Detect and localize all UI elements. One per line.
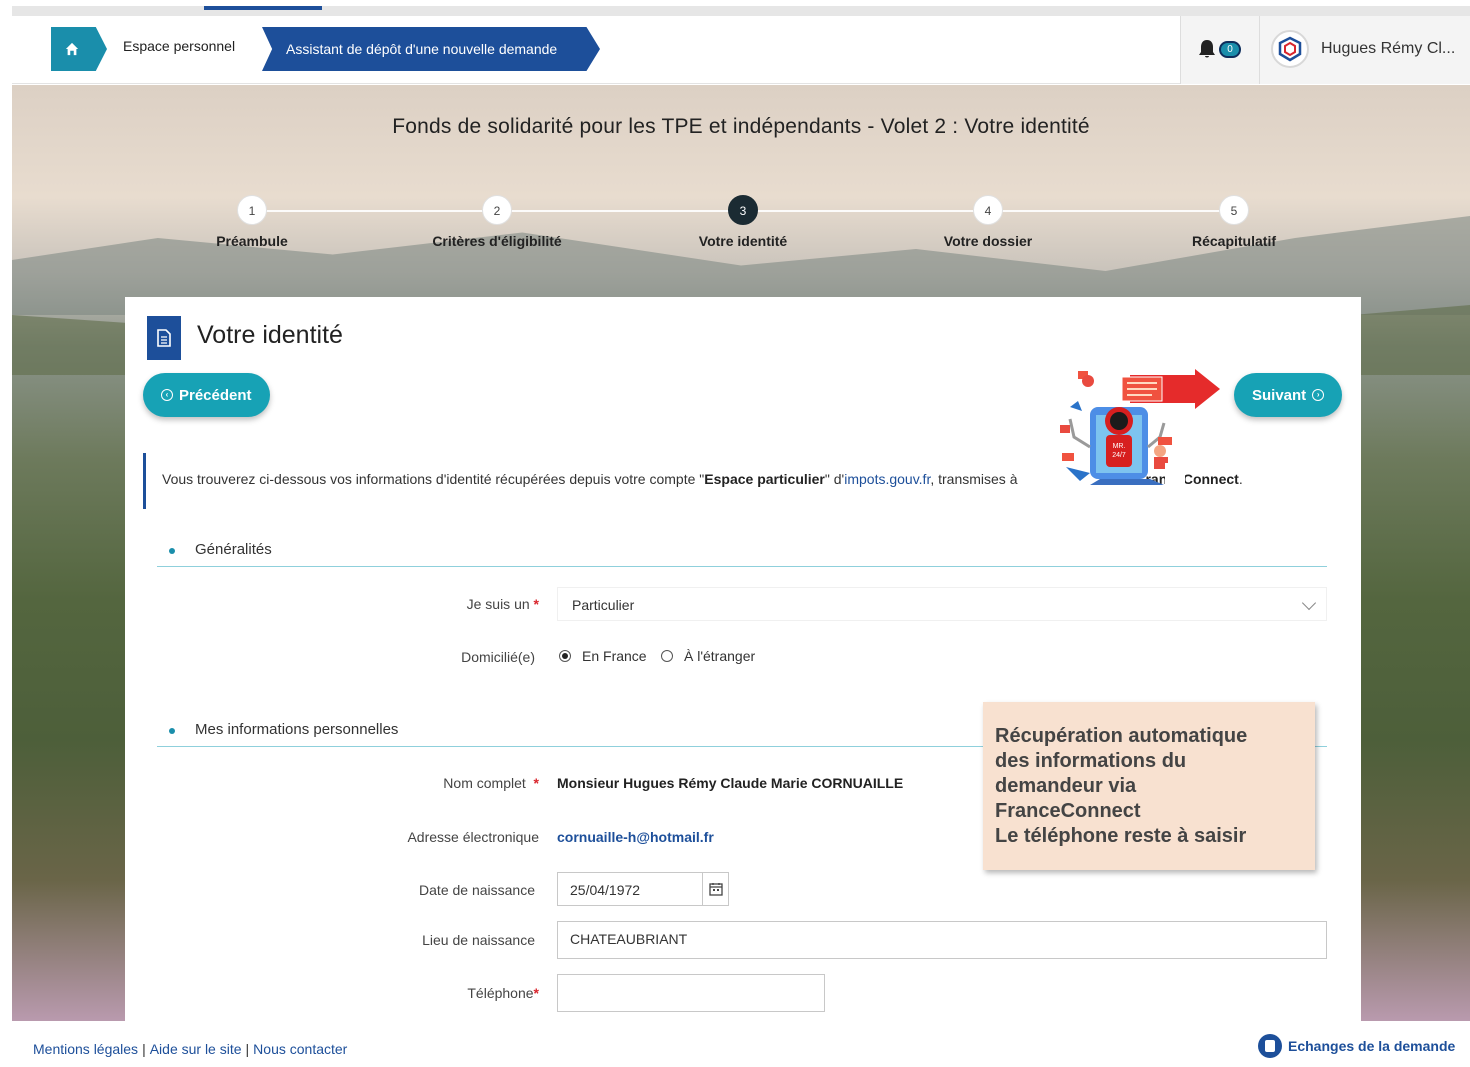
top-strip	[12, 6, 1470, 16]
notification-count[interactable]: 0	[1219, 41, 1241, 58]
robot-badge-text: 24/7	[1112, 452, 1126, 459]
step-identity[interactable]: 3 Votre identité	[643, 195, 843, 249]
arrow-right-icon: ›	[1312, 389, 1325, 401]
section-title: Généralités	[195, 541, 272, 558]
step-number: 1	[237, 195, 267, 225]
info-text: , transmises à	[930, 471, 1018, 487]
section-title: Mes informations personnelles	[195, 721, 399, 738]
step-number: 4	[973, 195, 1003, 225]
info-text: Vous trouverez ci-dessous vos informatio…	[162, 471, 705, 487]
name-label: Nom complet *	[443, 775, 539, 791]
home-icon	[65, 42, 79, 56]
next-label: Suivant	[1252, 386, 1307, 404]
next-button[interactable]: Suivant ›	[1234, 373, 1343, 417]
step-summary[interactable]: 5 Récapitulatif	[1134, 195, 1334, 249]
radio-abroad-label[interactable]: À l'étranger	[684, 648, 755, 664]
chat-icon	[1258, 1034, 1282, 1058]
callout-line: FranceConnect	[995, 800, 1141, 822]
robot-badge-text: MR.	[1113, 443, 1126, 450]
footer-separator: |	[142, 1041, 146, 1057]
exchanges-button[interactable]: Echanges de la demande	[1258, 1034, 1455, 1058]
step-preamble[interactable]: 1 Préambule	[152, 195, 352, 249]
info-text: " d'	[824, 471, 845, 487]
full-name-value: Monsieur Hugues Rémy Claude Marie CORNUA…	[557, 775, 904, 791]
radio-france[interactable]	[559, 650, 571, 662]
callout-line: Récupération automatique	[995, 725, 1248, 747]
type-label-text: Je suis un	[466, 596, 530, 612]
pob-input[interactable]: CHATEAUBRIANT	[557, 921, 1327, 959]
previous-label: Précédent	[179, 386, 252, 404]
step-label: Préambule	[216, 233, 288, 249]
step-label: Récapitulatif	[1191, 233, 1276, 249]
domicile-label: Domicilié(e)	[461, 649, 535, 665]
breadcrumb-home[interactable]	[51, 27, 107, 71]
section-general: Généralités	[157, 537, 1327, 567]
calendar-button[interactable]	[703, 872, 729, 906]
email-label: Adresse électronique	[407, 829, 539, 845]
legal-link[interactable]: Mentions légales	[33, 1041, 138, 1057]
step-label: Votre identité	[698, 233, 788, 249]
bullet-icon	[169, 548, 175, 554]
radio-france-label[interactable]: En France	[582, 648, 647, 664]
divider	[1259, 16, 1260, 84]
app-frame: Espace personnel Assistant de dépôt d'un…	[12, 6, 1470, 1021]
help-link[interactable]: Aide sur le site	[150, 1041, 242, 1057]
step-label: Votre dossier	[943, 233, 1033, 249]
type-label: Je suis un *	[467, 596, 539, 612]
step-file[interactable]: 4 Votre dossier	[888, 195, 1088, 249]
support-robot-illustration: MR. 24/7	[1060, 369, 1220, 489]
required-mark: *	[533, 985, 539, 1001]
page-title: Fonds de solidarité pour les TPE et indé…	[392, 115, 1090, 138]
avatar[interactable]	[1271, 30, 1309, 68]
robot-mask	[1165, 463, 1185, 495]
type-select[interactable]: Particulier	[557, 587, 1327, 621]
breadcrumb-personal-space[interactable]: Espace personnel	[123, 38, 235, 54]
step-number: 2	[482, 195, 512, 225]
impots-link[interactable]: impots.gouv.fr	[844, 471, 930, 487]
top-accent	[204, 6, 322, 10]
contact-link[interactable]: Nous contacter	[253, 1041, 347, 1057]
pob-label: Lieu de naissance	[422, 932, 535, 948]
dob-input[interactable]: 25/04/1972	[557, 872, 703, 906]
step-label: Critères d'éligibilité	[432, 233, 562, 249]
user-shield-icon	[1278, 36, 1302, 62]
step-eligibility[interactable]: 2 Critères d'éligibilité	[397, 195, 597, 249]
identity-panel: Votre identité ‹ Précédent Suivant › Vou…	[125, 297, 1361, 1021]
wizard-banner: Fonds de solidarité pour les TPE et indé…	[12, 85, 1470, 1021]
callout-line: des informations du	[995, 750, 1187, 772]
step-number: 5	[1219, 195, 1249, 225]
user-area: 0 Hugues Rémy Cl...	[1180, 16, 1470, 84]
panel-title: Votre identité	[197, 321, 343, 349]
email-value[interactable]: cornuaille-h@hotmail.fr	[557, 829, 714, 845]
callout-line: Le téléphone reste à saisir	[995, 825, 1247, 847]
annotation-callout: Récupération automatique des information…	[983, 702, 1315, 870]
required-mark: *	[533, 596, 539, 612]
breadcrumb-wizard[interactable]: Assistant de dépôt d'une nouvelle demand…	[262, 27, 600, 71]
exchanges-label: Echanges de la demande	[1288, 1038, 1456, 1054]
document-icon	[147, 316, 181, 360]
callout-line: demandeur via	[995, 775, 1137, 797]
header: Espace personnel Assistant de dépôt d'un…	[12, 16, 1470, 84]
required-mark: *	[533, 775, 539, 791]
user-name[interactable]: Hugues Rémy Cl...	[1321, 40, 1455, 58]
footer-separator: |	[245, 1041, 250, 1057]
dob-label: Date de naissance	[419, 882, 535, 898]
type-value: Particulier	[572, 597, 635, 613]
bell-icon[interactable]	[1197, 38, 1217, 60]
calendar-icon	[708, 883, 723, 896]
bullet-icon	[169, 728, 175, 734]
phone-input[interactable]	[557, 974, 825, 1012]
radio-abroad[interactable]	[661, 650, 673, 662]
arrow-left-icon: ‹	[161, 389, 173, 401]
name-label-text: Nom complet	[443, 775, 526, 791]
previous-button[interactable]: ‹ Précédent	[143, 373, 270, 417]
phone-label-text: Téléphone	[467, 985, 534, 1001]
footer-links: Mentions légales | Aide sur le site | Nous c…	[33, 1041, 347, 1057]
chevron-down-icon	[1301, 595, 1317, 611]
step-number: 3	[728, 195, 758, 225]
info-text: .	[1238, 471, 1243, 487]
info-bold: Espace particulier	[704, 471, 825, 487]
phone-label: Téléphone*	[467, 985, 539, 1001]
